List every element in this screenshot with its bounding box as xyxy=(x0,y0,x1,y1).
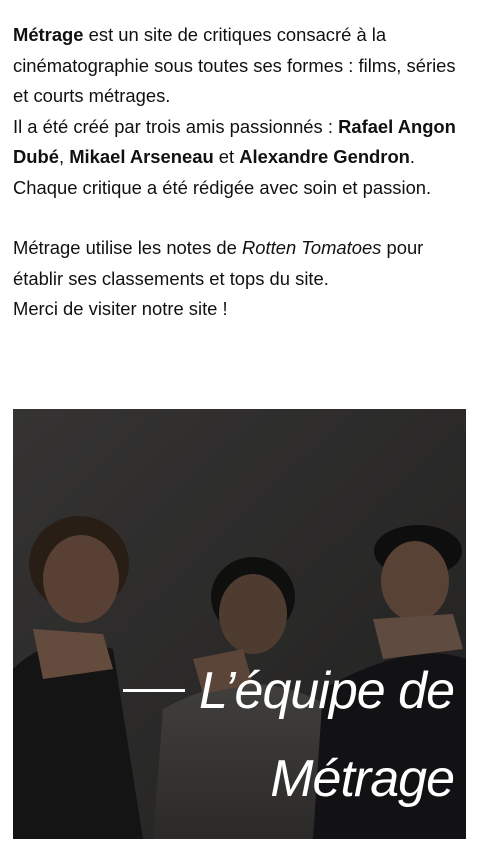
photo-caption: L’équipe de Métrage xyxy=(122,647,455,823)
caption-line-2: Métrage xyxy=(270,750,455,808)
ratings-text: Métrage utilise les notes de xyxy=(13,237,242,258)
separator: . xyxy=(409,146,416,167)
intro-paragraph: Métrage est un site de critiques consacr… xyxy=(13,20,465,203)
ratings-source: Rotten Tomatoes xyxy=(242,237,382,258)
care-text: Chaque critique a été rédigée avec soin … xyxy=(13,176,432,198)
founders-intro: Il a été créé par trois amis passionnés … xyxy=(13,115,339,137)
founder-name: Mikael Arseneau xyxy=(69,146,214,167)
ratings-paragraph: Métrage utilise les notes de Rotten Toma… xyxy=(13,233,465,325)
separator: et xyxy=(213,146,240,167)
thanks-text: Merci de visiter notre site ! xyxy=(13,298,228,319)
about-section: Métrage est un site de critiques consacr… xyxy=(13,20,465,325)
dash-icon xyxy=(122,688,185,692)
founder-name: Alexandre Gendron xyxy=(239,146,410,167)
caption-text: L’équipe de xyxy=(198,662,455,720)
team-photo: L’équipe de Métrage xyxy=(13,409,466,839)
caption-line-1: L’équipe de xyxy=(122,647,455,735)
site-name: Métrage xyxy=(13,24,84,45)
separator: , xyxy=(58,146,70,167)
